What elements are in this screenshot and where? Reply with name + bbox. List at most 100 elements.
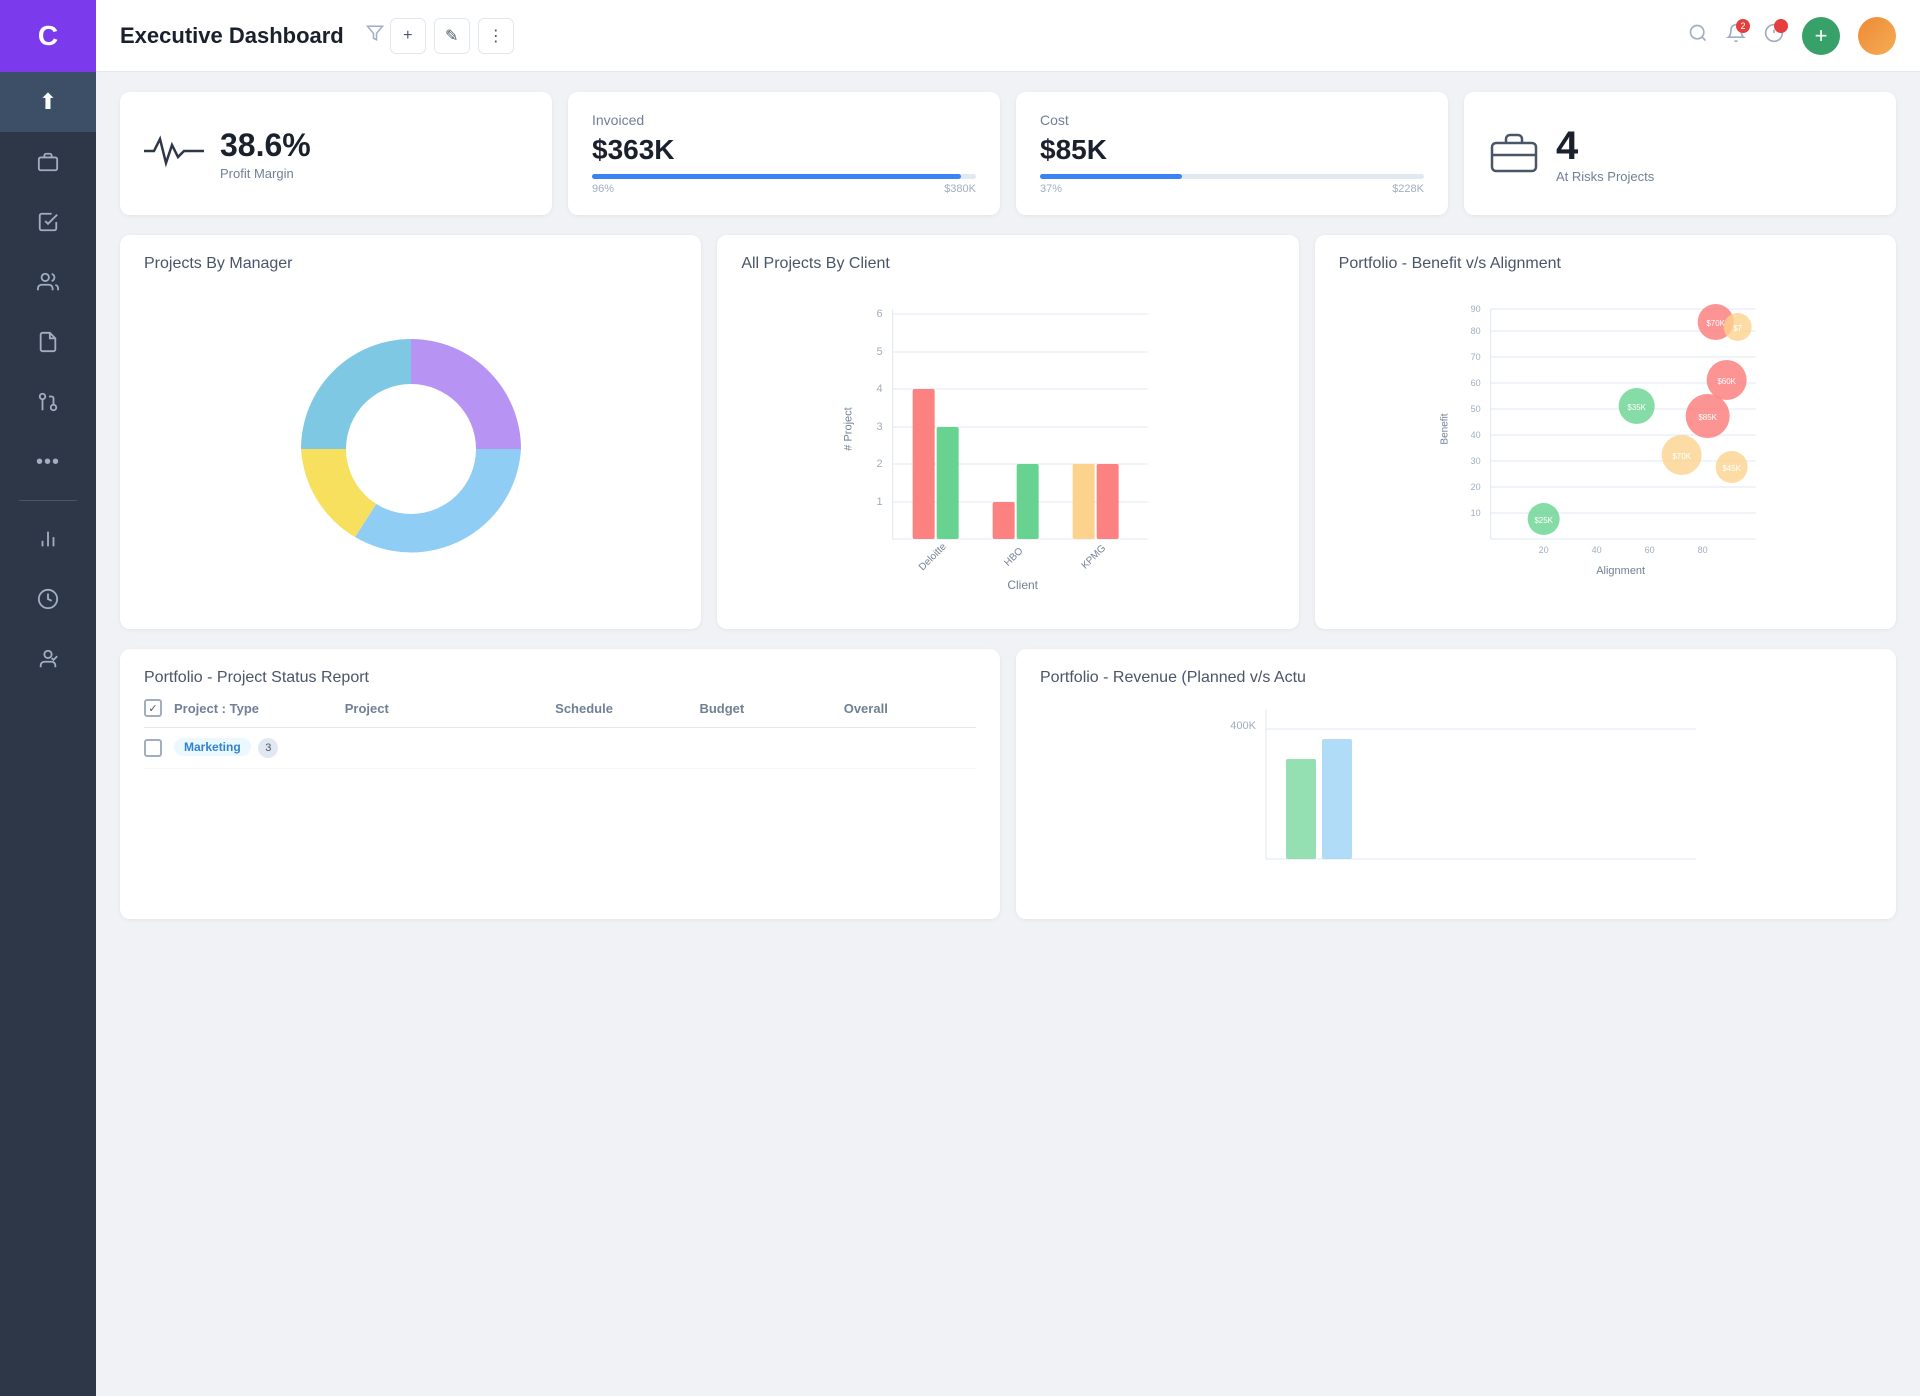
svg-text:KPMG: KPMG — [1080, 543, 1109, 572]
cost-max-label: $228K — [1392, 183, 1424, 195]
projects-by-manager-chart: Projects By Manager — [120, 235, 701, 629]
svg-text:4: 4 — [877, 383, 883, 395]
marketing-badge: Marketing — [174, 738, 251, 756]
marketing-count-badge: 3 — [258, 738, 278, 758]
dashboard-content: 38.6% Profit Margin Invoiced $363K 96% $… — [96, 72, 1920, 1396]
svg-text:20: 20 — [1470, 482, 1480, 492]
sidebar-item-users[interactable] — [0, 629, 96, 689]
revenue-chart-card: Portfolio - Revenue (Planned v/s Actu 40… — [1016, 649, 1896, 919]
svg-text:$45K: $45K — [1722, 464, 1741, 473]
briefcase-icon — [1488, 129, 1540, 178]
svg-text:$85K: $85K — [1698, 413, 1717, 422]
notifications-icon[interactable]: 2 — [1726, 23, 1746, 49]
svg-text:5: 5 — [877, 346, 883, 358]
sidebar-item-dashboard[interactable]: ⬆ — [0, 72, 96, 132]
col-project: Project — [345, 701, 543, 716]
project-status-report-card: Portfolio - Project Status Report ✓ Proj… — [120, 649, 1000, 919]
revenue-chart-wrap: 400K — [1040, 699, 1872, 899]
sidebar: C ⬆ ••• — [0, 0, 96, 1396]
svg-text:60: 60 — [1470, 378, 1480, 388]
add-widget-button[interactable]: + — [390, 18, 426, 54]
table-header: ✓ Project : Type Project Schedule Budget… — [144, 699, 976, 728]
donut-chart — [144, 289, 677, 609]
cost-label: Cost — [1040, 112, 1424, 128]
svg-text:20: 20 — [1538, 545, 1548, 555]
svg-text:2: 2 — [877, 458, 883, 470]
svg-text:80: 80 — [1697, 545, 1707, 555]
invoiced-label: Invoiced — [592, 112, 976, 128]
sidebar-item-tasks[interactable] — [0, 192, 96, 252]
profit-margin-value: 38.6% — [220, 127, 311, 164]
projects-by-manager-title: Projects By Manager — [144, 255, 677, 273]
invoiced-pct-label: 96% — [592, 183, 614, 195]
sidebar-item-docs[interactable] — [0, 312, 96, 372]
cost-progress-bar — [1040, 174, 1424, 179]
svg-text:40: 40 — [1470, 430, 1480, 440]
header: Executive Dashboard + ✎ ⋮ 2 — [96, 0, 1920, 72]
scatter-chart-wrap: 10 20 30 40 50 60 70 80 — [1339, 289, 1872, 609]
more-options-button[interactable]: ⋮ — [478, 18, 514, 54]
col-budget: Budget — [699, 701, 831, 716]
edit-button[interactable]: ✎ — [434, 18, 470, 54]
alerts-icon[interactable] — [1764, 23, 1784, 49]
table-select-all-checkbox[interactable]: ✓ — [144, 699, 162, 717]
svg-text:60: 60 — [1644, 545, 1654, 555]
invoiced-progress-fill — [592, 174, 961, 179]
invoiced-value: $363K — [592, 134, 976, 166]
metric-cards: 38.6% Profit Margin Invoiced $363K 96% $… — [120, 92, 1896, 215]
user-avatar[interactable] — [1858, 17, 1896, 55]
charts-row: Projects By Manager — [120, 235, 1896, 629]
benefit-alignment-chart: Portfolio - Benefit v/s Alignment 10 20 … — [1315, 235, 1896, 629]
at-risk-card: 4 At Risks Projects — [1464, 92, 1896, 215]
svg-text:Client: Client — [1008, 578, 1039, 592]
row-checkbox[interactable] — [144, 739, 162, 757]
sidebar-item-projects[interactable] — [0, 132, 96, 192]
invoiced-progress-bar — [592, 174, 976, 179]
svg-text:$70K: $70K — [1672, 452, 1691, 461]
add-button[interactable]: + — [1802, 17, 1840, 55]
revenue-chart-title: Portfolio - Revenue (Planned v/s Actu — [1040, 669, 1872, 687]
cost-pct-label: 37% — [1040, 183, 1062, 195]
svg-text:# Project: # Project — [843, 407, 855, 450]
project-status-report-title: Portfolio - Project Status Report — [144, 669, 976, 687]
svg-text:50: 50 — [1470, 404, 1480, 414]
at-risk-value: 4 — [1556, 124, 1654, 169]
sidebar-item-history[interactable] — [0, 569, 96, 629]
header-actions: + ✎ ⋮ — [390, 18, 514, 54]
svg-text:10: 10 — [1470, 508, 1480, 518]
svg-text:Benefit: Benefit — [1439, 413, 1450, 444]
all-projects-by-client-chart: All Projects By Client 1 2 3 — [717, 235, 1298, 629]
alert-badge — [1774, 19, 1788, 33]
cost-card: Cost $85K 37% $228K — [1016, 92, 1448, 215]
svg-text:3: 3 — [877, 421, 883, 433]
all-projects-by-client-title: All Projects By Client — [741, 255, 1274, 273]
col-project-type: Project : Type — [174, 701, 333, 716]
svg-text:6: 6 — [877, 308, 883, 320]
sidebar-item-team[interactable] — [0, 252, 96, 312]
invoiced-card: Invoiced $363K 96% $380K — [568, 92, 1000, 215]
col-overall: Overall — [844, 701, 976, 716]
svg-text:$25K: $25K — [1534, 516, 1553, 525]
svg-text:$35K: $35K — [1627, 403, 1646, 412]
sidebar-item-more[interactable]: ••• — [0, 432, 96, 492]
svg-text:1: 1 — [877, 496, 883, 508]
bottom-row: Portfolio - Project Status Report ✓ Proj… — [120, 649, 1896, 919]
svg-text:70: 70 — [1470, 352, 1480, 362]
sidebar-item-git[interactable] — [0, 372, 96, 432]
svg-text:30: 30 — [1470, 456, 1480, 466]
filter-icon[interactable] — [366, 24, 384, 47]
cost-value: $85K — [1040, 134, 1424, 166]
svg-text:40: 40 — [1591, 545, 1601, 555]
dots-icon: ⋮ — [488, 26, 504, 46]
invoiced-max-label: $380K — [944, 183, 976, 195]
app-logo[interactable]: C — [0, 0, 96, 72]
table-row: Marketing 3 — [144, 728, 976, 769]
svg-text:Deloitte: Deloitte — [917, 541, 949, 573]
sidebar-item-analytics[interactable] — [0, 509, 96, 569]
cost-progress-fill — [1040, 174, 1182, 179]
search-icon[interactable] — [1688, 23, 1708, 49]
profit-margin-label: Profit Margin — [220, 166, 311, 181]
svg-text:$70K: $70K — [1706, 319, 1725, 328]
svg-text:$7: $7 — [1733, 324, 1742, 333]
dashboard-icon: ⬆ — [39, 89, 57, 115]
